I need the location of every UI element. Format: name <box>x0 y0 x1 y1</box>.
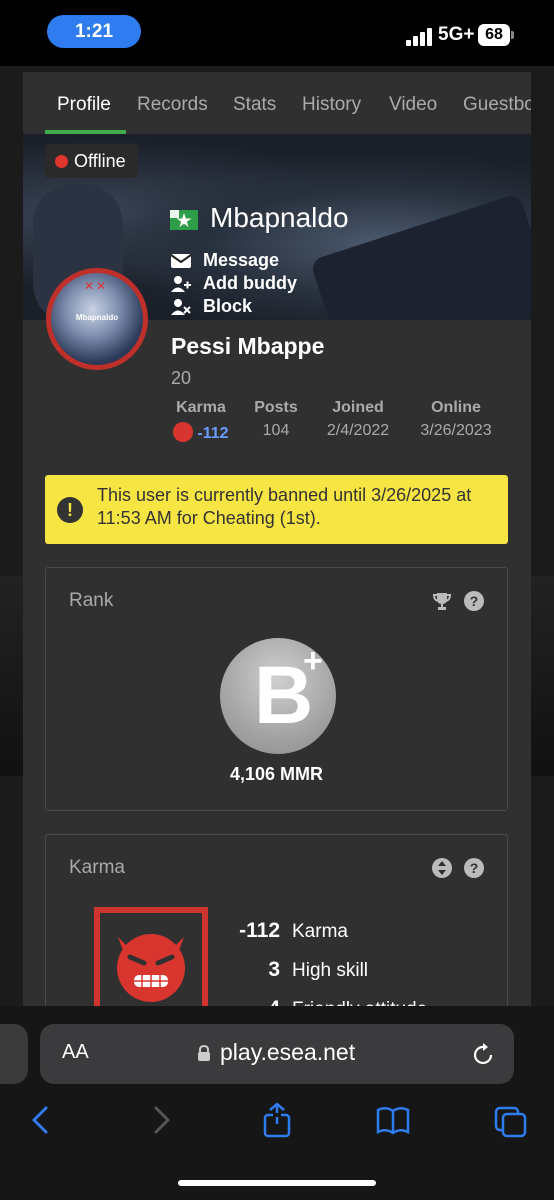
karma-stat: Karma -112 <box>171 399 231 443</box>
user-plus-icon <box>171 275 191 292</box>
reader-settings-button[interactable]: AA <box>62 1041 89 1064</box>
country-flag-icon <box>170 210 198 230</box>
stat-label: Online <box>431 399 481 416</box>
angry-devil-icon <box>117 934 185 1002</box>
ban-message: This user is currently banned until 3/26… <box>97 485 472 528</box>
age: 20 <box>171 368 192 388</box>
battery-tip <box>511 31 514 39</box>
status-badge: Offline <box>45 144 138 178</box>
cellular-signal-icon <box>406 28 434 46</box>
user-block-icon <box>171 298 191 315</box>
rank-modifier: + <box>303 642 323 680</box>
username: Mbapnaldo <box>210 202 349 233</box>
real-name: Pessi Mbappe <box>171 333 325 359</box>
tab-records[interactable]: Records <box>137 94 208 116</box>
karma-value: -112 <box>197 425 229 442</box>
profile-panel: Profile Records Stats History Video Gues… <box>23 72 531 1032</box>
karma-row: 3 High skill <box>232 958 368 982</box>
forward-icon[interactable] <box>144 1102 178 1138</box>
joined-stat: Joined 2/4/2022 <box>318 399 398 440</box>
address-bar[interactable]: AA play.esea.net <box>40 1024 514 1084</box>
tab-profile[interactable]: Profile <box>57 94 111 116</box>
battery-icon: 68 <box>478 24 510 46</box>
card-title: Karma <box>69 857 125 878</box>
karma-row-label: Karma <box>292 921 348 942</box>
tab-history[interactable]: History <box>302 94 361 116</box>
avatar-text: Mbapnaldo <box>75 313 119 322</box>
stat-label: Karma <box>176 399 226 416</box>
svg-text:?: ? <box>470 860 479 876</box>
warning-icon: ! <box>57 497 83 523</box>
posts-stat: Posts 104 <box>249 399 303 440</box>
karma-row-value: -112 <box>239 919 280 942</box>
message-button[interactable]: Message <box>170 250 279 271</box>
help-icon[interactable]: ? <box>464 858 484 878</box>
karma-card: Karma ? -112Karma 3High skill 4Friendly … <box>45 834 508 1032</box>
reload-icon[interactable] <box>471 1041 495 1067</box>
stat-value: 3/26/2023 <box>420 422 492 439</box>
karma-row-label: High skill <box>292 960 369 981</box>
block-button[interactable]: Block <box>170 296 252 317</box>
status-text: Offline <box>74 150 126 171</box>
mmr-value: 4,106 MMR <box>229 764 324 784</box>
status-time: 1:21 <box>47 15 141 48</box>
block-label: Block <box>203 296 253 316</box>
rank-card: Rank ? B + 4,106 MMR <box>45 567 508 811</box>
tabs-icon[interactable] <box>494 1102 528 1138</box>
offline-dot-icon <box>55 154 68 168</box>
envelope-icon <box>170 253 192 268</box>
status-bar: 1:21 5G+ 68 <box>0 0 554 66</box>
add-buddy-label: Add buddy <box>203 273 297 293</box>
share-icon[interactable] <box>260 1102 294 1138</box>
angry-devil-icon <box>173 422 194 442</box>
avatar-decoration: ✕✕ <box>84 279 109 293</box>
stat-value: 2/4/2022 <box>326 422 390 439</box>
sort-icon[interactable] <box>432 858 452 878</box>
ban-alert: ! This user is currently banned until 3/… <box>45 475 508 544</box>
karma-row: -112 Karma <box>232 919 348 943</box>
stat-label: Posts <box>254 399 298 416</box>
tab-video[interactable]: Video <box>389 94 437 116</box>
stat-label: Joined <box>332 399 384 416</box>
help-icon[interactable]: ? <box>464 591 484 611</box>
karma-row-value: 3 <box>268 958 280 981</box>
tab-guestbook[interactable]: Guestbook <box>463 94 531 116</box>
network-type: 5G+ <box>438 24 475 45</box>
url-text[interactable]: play.esea.net <box>220 1039 355 1066</box>
stat-value: 104 <box>262 422 290 439</box>
previous-tab-preview[interactable] <box>0 1024 28 1084</box>
online-stat: Online 3/26/2023 <box>413 399 499 440</box>
back-icon[interactable] <box>24 1102 58 1138</box>
svg-text:?: ? <box>470 593 479 609</box>
card-title: Rank <box>69 590 114 611</box>
avatar: ✕✕ Mbapnaldo <box>46 268 148 370</box>
rank-badge: B + <box>220 638 336 754</box>
lock-icon <box>198 1045 210 1061</box>
bookmarks-icon[interactable] <box>376 1102 410 1138</box>
profile-tabs: Profile Records Stats History Video Gues… <box>23 72 531 134</box>
message-label: Message <box>203 250 280 270</box>
add-buddy-button[interactable]: Add buddy <box>170 273 297 294</box>
trophy-icon[interactable] <box>432 591 452 611</box>
home-indicator[interactable] <box>178 1180 376 1186</box>
tab-stats[interactable]: Stats <box>233 94 276 116</box>
stat-value: -112 <box>171 422 231 443</box>
